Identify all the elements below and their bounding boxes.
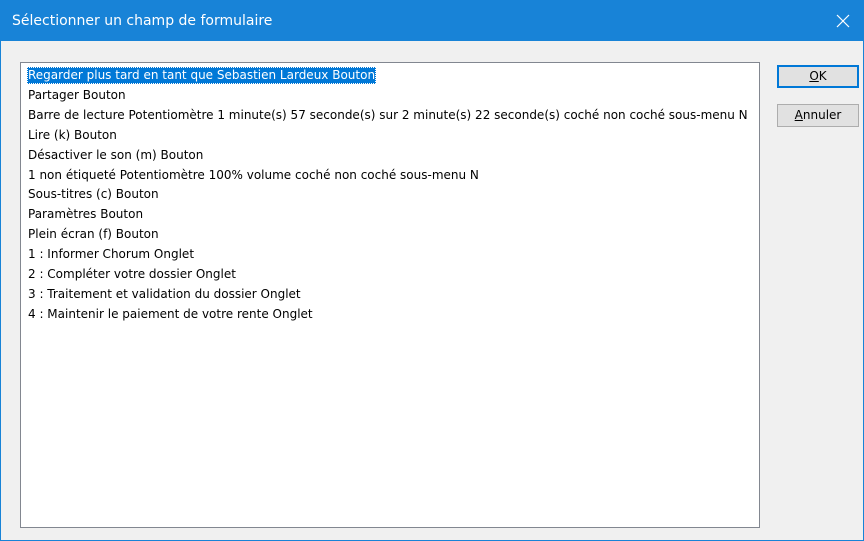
cancel-button[interactable]: Annuler <box>777 104 859 127</box>
close-button[interactable] <box>823 1 863 41</box>
ok-mnemonic: O <box>809 69 819 83</box>
list-item[interactable]: Paramètres Bouton <box>27 206 144 223</box>
list-item[interactable]: Désactiver le son (m) Bouton <box>27 147 204 164</box>
list-item[interactable]: Lire (k) Bouton <box>27 127 118 144</box>
list-item[interactable]: 3 : Traitement et validation du dossier … <box>27 286 302 303</box>
title-bar[interactable]: Sélectionner un champ de formulaire <box>1 1 863 41</box>
cancel-label-rest: nnuler <box>802 108 842 122</box>
close-icon <box>836 14 850 28</box>
list-item[interactable]: Plein écran (f) Bouton <box>27 226 160 243</box>
list-item[interactable]: 1 non étiqueté Potentiomètre 100% volume… <box>27 167 480 184</box>
list-item[interactable]: Barre de lecture Potentiomètre 1 minute(… <box>27 107 749 124</box>
list-item[interactable]: 1 : Informer Chorum Onglet <box>27 246 195 263</box>
list-item[interactable]: 4 : Maintenir le paiement de votre rente… <box>27 306 314 323</box>
list-item[interactable]: Regarder plus tard en tant que Sebastien… <box>27 67 377 84</box>
form-field-list[interactable]: Regarder plus tard en tant que Sebastien… <box>20 62 760 528</box>
dialog-window: Sélectionner un champ de formulaire Rega… <box>0 0 864 541</box>
dialog-title: Sélectionner un champ de formulaire <box>12 13 273 29</box>
list-item[interactable]: 2 : Compléter votre dossier Onglet <box>27 266 237 283</box>
list-item[interactable]: Sous-titres (c) Bouton <box>27 186 160 203</box>
list-item[interactable]: Partager Bouton <box>27 87 127 104</box>
ok-label-rest: K <box>818 69 827 83</box>
ok-button[interactable]: OK <box>777 65 859 88</box>
cancel-mnemonic: A <box>794 108 803 122</box>
